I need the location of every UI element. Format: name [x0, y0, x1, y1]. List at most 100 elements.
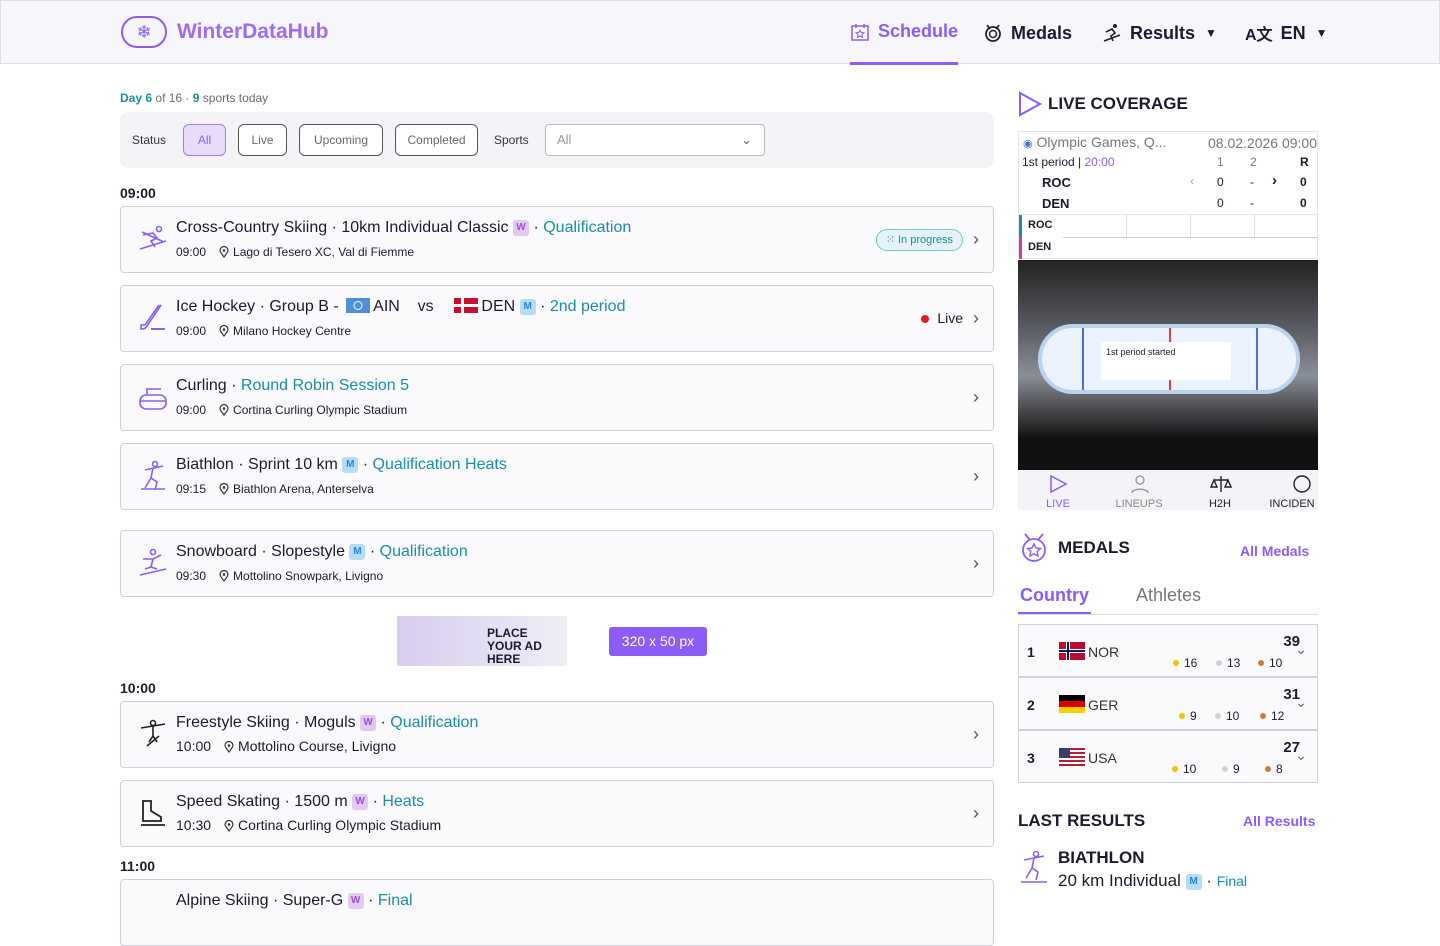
- filter-bar: Status All Live Upcoming Completed Sport…: [120, 112, 994, 168]
- chevron-right-icon[interactable]: ›: [1272, 172, 1277, 189]
- chevron-down-icon: ▼: [1315, 26, 1328, 40]
- event-sport: Curling: [176, 377, 227, 394]
- period-label: 1st period: [1022, 155, 1075, 169]
- bronze-count: 8: [1276, 762, 1283, 776]
- sports-today-label: sports today: [202, 91, 269, 105]
- logo[interactable]: ❄ WinterDataHub: [121, 16, 328, 48]
- nav-schedule[interactable]: Schedule: [850, 1, 959, 65]
- silver-count: 13: [1227, 656, 1241, 670]
- event-sport: Biathlon: [176, 456, 234, 473]
- event-stage: Qualification: [543, 219, 632, 236]
- score-team1-p2: -: [1250, 175, 1254, 189]
- location-pin-icon: [224, 741, 234, 753]
- event-stage: Round Robin Session 5: [240, 377, 410, 394]
- medal-row[interactable]: 2 GER 31 9 10 12 ⌄: [1018, 677, 1318, 730]
- event-card[interactable]: Speed Skating · 1500 m W · Heats 10:30 Co…: [120, 780, 994, 847]
- chevron-right-icon: ›: [973, 308, 979, 328]
- gender-badge: M: [519, 299, 536, 315]
- chevron-down-icon: ⌄: [741, 132, 752, 147]
- event-stage: Final: [377, 892, 413, 909]
- event-card[interactable]: Ice Hockey · Group B - AIN vs DEN M · 2n…: [120, 285, 994, 352]
- nav-medals[interactable]: Medals: [983, 1, 1072, 65]
- users-icon: [1131, 475, 1149, 494]
- play-icon: [1019, 91, 1042, 117]
- score-team2-p2: -: [1250, 196, 1254, 210]
- germany-flag-icon: [1059, 695, 1085, 713]
- language-select[interactable]: A文 EN ▼: [1245, 1, 1327, 65]
- event-card[interactable]: Biathlon · Sprint 10 km M · Qualificatio…: [120, 443, 994, 510]
- tab-country[interactable]: Country: [1018, 585, 1091, 615]
- filter-all-button[interactable]: All: [183, 124, 226, 156]
- chevron-left-icon[interactable]: ‹: [1190, 174, 1194, 188]
- momentum-team1: ROC: [1028, 219, 1053, 231]
- event-venue: Mottolino Snowpark, Livigno: [233, 569, 384, 583]
- time-heading: 11:00: [120, 858, 156, 874]
- event-time: 09:00: [176, 324, 207, 338]
- medal-star-icon: [1022, 533, 1046, 562]
- tab-lineups[interactable]: LINEUPS: [1104, 498, 1174, 510]
- tab-incidents[interactable]: INCIDEN: [1266, 498, 1318, 510]
- col-result: R: [1300, 155, 1309, 169]
- silver-dot-icon: [1222, 766, 1228, 772]
- event-stage: Qualification: [379, 543, 468, 560]
- filter-upcoming-button[interactable]: Upcoming: [299, 124, 383, 156]
- event-card[interactable]: Freestyle Skiing · Moguls W · Qualificat…: [120, 701, 994, 768]
- event-detail: Sprint 10 km: [248, 456, 338, 473]
- biathlon-icon: [141, 460, 165, 491]
- gender-badge: M: [1185, 874, 1202, 890]
- sports-select[interactable]: All ⌄: [545, 124, 765, 156]
- location-pin-icon: [219, 483, 229, 495]
- medal-row[interactable]: 3 USA 27 10 9 8 ⌄: [1018, 730, 1318, 783]
- event-card[interactable]: Curling · Round Robin Session 5 09:00 Cor…: [120, 364, 994, 431]
- event-venue: Biathlon Arena, Anterselva: [233, 482, 374, 496]
- result-stage: Final: [1216, 873, 1248, 889]
- tab-h2h[interactable]: H2H: [1185, 498, 1255, 510]
- gold-dot-icon: [1179, 713, 1185, 719]
- ad-size-label: 320 x 50 px: [609, 627, 707, 656]
- gold-dot-icon: [1173, 660, 1179, 666]
- usa-flag-icon: [1059, 748, 1085, 766]
- all-medals-link[interactable]: All Medals: [1240, 543, 1309, 559]
- competition-name: Olympic Games, Q...: [1036, 134, 1167, 150]
- all-results-link[interactable]: All Results: [1243, 813, 1315, 829]
- gender-badge: W: [513, 220, 530, 236]
- skier-icon: [1103, 24, 1121, 42]
- gender-badge: W: [347, 893, 364, 909]
- day-number: 6: [145, 91, 153, 105]
- bronze-dot-icon: [1258, 660, 1264, 666]
- gender-badge: W: [360, 715, 377, 731]
- event-card[interactable]: Alpine Skiing · Super-G W · Final: [120, 879, 994, 946]
- bronze-dot-icon: [1265, 766, 1271, 772]
- medal-country-code: GER: [1088, 697, 1119, 713]
- curling-icon: [139, 388, 167, 410]
- tab-athletes[interactable]: Athletes: [1136, 585, 1201, 606]
- ad-banner[interactable]: PLACE YOUR AD HERE: [397, 616, 567, 666]
- medal-rank: 2: [1027, 697, 1035, 713]
- event-popup: 1st period started: [1101, 342, 1231, 380]
- event-detail: Super-G: [282, 892, 344, 909]
- event-card[interactable]: Snowboard · Slopestyle M · Qualification…: [120, 530, 994, 597]
- chevron-down-icon[interactable]: ⌄: [1295, 747, 1307, 764]
- event-sport: Alpine Skiing: [176, 892, 269, 909]
- chevron-down-icon[interactable]: ⌄: [1295, 694, 1307, 711]
- filter-live-button[interactable]: Live: [238, 124, 287, 156]
- tabs-divider: [1018, 614, 1318, 615]
- event-detail: 10km Individual Classic: [341, 219, 509, 236]
- chevron-down-icon[interactable]: ⌄: [1295, 641, 1307, 658]
- chevron-right-icon: ›: [973, 387, 979, 407]
- tab-live[interactable]: LIVE: [1023, 498, 1093, 510]
- score-team1-p1: 0: [1217, 175, 1224, 189]
- live-arena-visual: 1st period started: [1018, 260, 1318, 470]
- chevron-right-icon: ›: [973, 724, 979, 744]
- team-home: AIN: [373, 298, 400, 315]
- status-badge-label: In progress: [897, 234, 953, 246]
- event-popup-text: 1st period started: [1106, 347, 1176, 357]
- medal-row[interactable]: 1 NOR 39 16 13 10 ⌄: [1018, 624, 1318, 677]
- status-label: Status: [132, 133, 167, 147]
- sports-select-value: All: [557, 132, 572, 147]
- score-team1: ROC: [1042, 175, 1071, 190]
- nav-results[interactable]: Results ▼: [1102, 1, 1217, 65]
- event-card[interactable]: Cross-Country Skiing · 10km Individual C…: [120, 206, 994, 273]
- result-event[interactable]: 20 km Individual M · Final: [1058, 871, 1247, 891]
- filter-completed-button[interactable]: Completed: [395, 124, 478, 156]
